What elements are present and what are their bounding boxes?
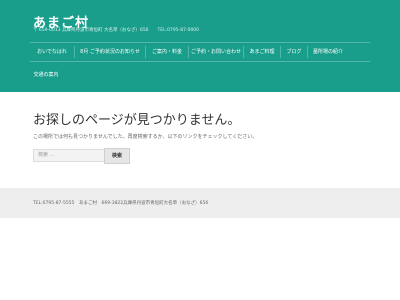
nav-item-reservation-status[interactable]: 8月 ご予約状況のお知らせ [75,43,145,61]
nav-item-access[interactable]: 交通の案内 [30,66,62,84]
site-footer: TEL:0795-87-5555 あまご村 669-3822兵庫県丹波市青垣町大… [0,188,400,218]
search-input[interactable]: 検索 … [33,149,107,162]
page-title: お探しのページが見つかりません。 [33,113,241,128]
nav-item-amago-cuisine[interactable]: あまご料理 [244,43,280,61]
footer-contact-text: TEL:0795-87-5555 あまご村 669-3822兵庫県丹波市青垣町大… [33,201,209,206]
site-header: あまご村 〒 659-0013 兵庫県丹波市青垣町 大名草（おなざ）656 TE… [0,0,400,92]
main-navigation-row2: 交通の案内 [30,66,370,84]
nav-item-blog[interactable]: ブログ [281,43,307,61]
nav-item-site-intro[interactable]: 墓所場の紹介 [308,43,348,61]
not-found-message: この場所では何も見つかりませんでした。再度検索するか、以下のリンクをチェックして… [33,134,258,140]
main-navigation: おいでなはれ 8月 ご予約状況のお知らせ ご案内・料金 ご予約・お問い合わせ あ… [30,42,370,62]
nav-item-guide-prices[interactable]: ご案内・料金 [146,43,188,61]
site-description: 〒 659-0013 兵庫県丹波市青垣町 大名草（おなざ）656 TEL:079… [33,28,200,33]
nav-item-reservation-inquiry[interactable]: ご予約・お問い合わせ [189,43,243,61]
search-button[interactable]: 検索 [104,148,130,164]
nav-item-welcome[interactable]: おいでなはれ [30,43,74,61]
